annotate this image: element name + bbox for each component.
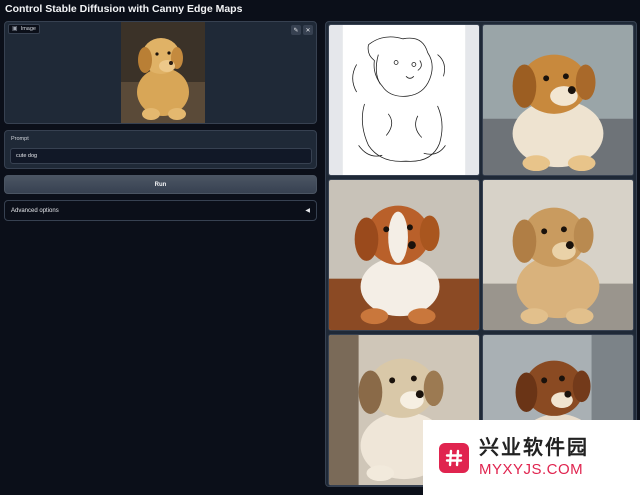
run-button[interactable]: Run <box>4 175 317 194</box>
prompt-input[interactable] <box>10 148 312 164</box>
watermark: 兴业软件园 MYXYJS.COM <box>423 420 640 495</box>
output-gallery <box>325 21 637 487</box>
gallery-item-edge-map[interactable] <box>328 24 480 176</box>
advanced-options-toggle[interactable]: Advanced options ◀ <box>4 200 317 221</box>
image-icon: ▣ <box>12 26 18 32</box>
input-image <box>121 22 205 123</box>
watermark-cn: 兴业软件园 <box>479 437 589 459</box>
image-tools: ✎ ✕ <box>291 25 313 35</box>
gallery-item-puppy[interactable] <box>328 179 480 331</box>
triangle-left-icon: ◀ <box>305 208 310 214</box>
gallery-item-puppy[interactable] <box>482 24 634 176</box>
gallery-item-puppy[interactable] <box>482 179 634 331</box>
hash-logo-icon <box>439 442 469 473</box>
pencil-icon[interactable]: ✎ <box>291 25 301 35</box>
prompt-panel: Prompt <box>4 130 317 169</box>
advanced-options-label: Advanced options <box>11 207 59 214</box>
image-input-panel[interactable]: ▣ Image ✎ ✕ <box>4 21 317 124</box>
image-label-tag: ▣ Image <box>8 24 40 34</box>
watermark-en: MYXYJS.COM <box>479 461 584 478</box>
prompt-label: Prompt <box>11 136 29 142</box>
page-title: Control Stable Diffusion with Canny Edge… <box>5 3 243 15</box>
close-icon[interactable]: ✕ <box>303 25 313 35</box>
watermark-text: 兴业软件园 MYXYJS.COM <box>479 438 589 477</box>
image-label-text: Image <box>20 26 36 32</box>
